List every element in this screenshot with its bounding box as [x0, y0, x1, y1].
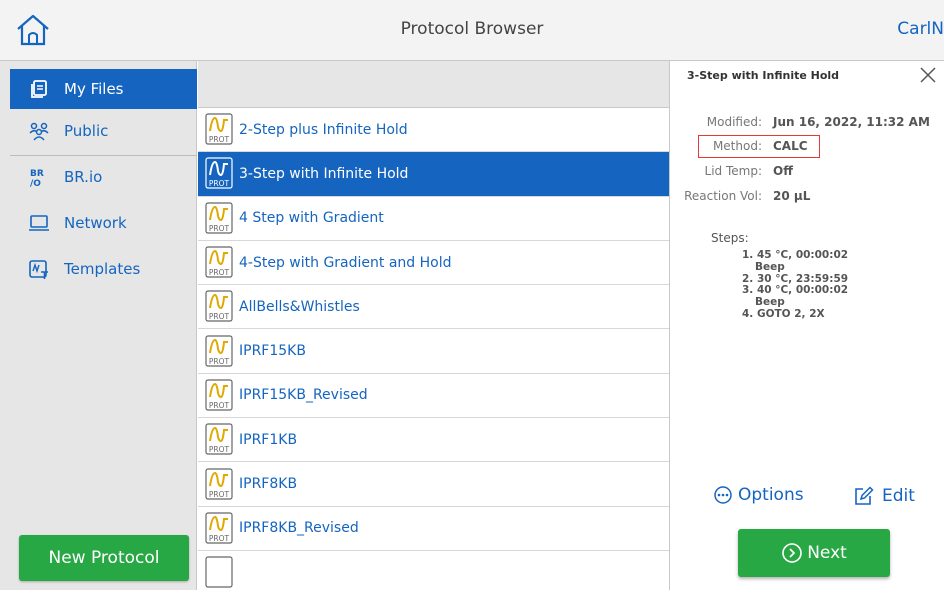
list-header [198, 61, 669, 108]
protocol-row[interactable]: PROT AllBells&Whistles [198, 285, 669, 330]
svg-text:PROT: PROT [209, 357, 230, 366]
close-icon [920, 67, 936, 83]
protocol-row[interactable]: PROT 4 Step with Gradient [198, 197, 669, 241]
next-arrow-icon [782, 543, 802, 563]
protocol-name: IPRF15KB [239, 343, 306, 360]
sidebar: My Files Public BR/O BR.io Network Templ… [0, 61, 197, 590]
protocol-file-icon: PROT [204, 423, 234, 456]
protocol-file-icon: PROT [204, 467, 234, 501]
next-label: Next [807, 543, 847, 563]
edit-label: Edit [882, 486, 915, 506]
svg-text:PROT: PROT [209, 534, 230, 543]
protocol-row[interactable]: PROT IPRF8KB_Revised [198, 507, 669, 551]
reaction-vol-value: 20 µL [773, 189, 811, 203]
protocol-row[interactable]: PROT 2-Step plus Infinite Hold [198, 108, 669, 153]
edit-icon [855, 486, 874, 505]
protocol-file-icon: PROT [204, 512, 234, 545]
my-files-icon [26, 78, 52, 100]
new-protocol-button[interactable]: New Protocol [19, 535, 189, 581]
protocol-file-icon: PROT [204, 202, 234, 235]
protocol-row[interactable]: PROT IPRF1KB [198, 418, 669, 463]
protocol-name: 4 Step with Gradient [239, 210, 384, 227]
options-label: Options [738, 485, 804, 505]
next-button[interactable]: Next [738, 529, 890, 577]
svg-text:PROT: PROT [209, 179, 230, 188]
svg-text:PROT: PROT [209, 401, 230, 410]
step-sub-line: Beep [755, 260, 785, 273]
protocol-row[interactable]: PROT IPRF15KB [198, 329, 669, 374]
protocol-file-icon [204, 556, 234, 589]
sidebar-divider [10, 155, 197, 156]
protocol-file-icon: PROT [204, 157, 234, 190]
protocol-name: IPRF15KB_Revised [239, 387, 368, 404]
svg-text:PROT: PROT [209, 490, 230, 499]
edit-button[interactable]: Edit [852, 485, 915, 507]
protocol-file-icon: PROT [204, 335, 234, 368]
options-icon [714, 486, 732, 504]
sidebar-item-brio[interactable]: BR/O BR.io [10, 157, 197, 197]
close-button[interactable] [918, 65, 938, 85]
options-button[interactable]: Options [713, 485, 804, 505]
file-list: PROT 2-Step plus Infinite Hold PROT 3-Step … [198, 108, 669, 590]
file-list-panel: PROT 2-Step plus Infinite Hold PROT 3-Step … [198, 61, 670, 590]
protocol-row-partial[interactable] [198, 551, 669, 590]
sidebar-item-my-files[interactable]: My Files [10, 69, 197, 109]
method-value: CALC [773, 139, 808, 153]
lid-temp-label: Lid Temp: [704, 164, 762, 178]
protocol-row[interactable]: PROT 3-Step with Infinite Hold [198, 152, 669, 197]
sidebar-item-label: Templates [64, 260, 141, 278]
network-monitor-icon [26, 212, 52, 234]
svg-text:PROT: PROT [209, 268, 230, 277]
public-users-icon [26, 120, 52, 142]
svg-text:PROT: PROT [209, 312, 230, 321]
protocol-name: 2-Step plus Infinite Hold [239, 121, 408, 138]
modified-value: Jun 16, 2022, 11:32 AM [773, 115, 930, 129]
protocol-row[interactable]: PROT 4-Step with Gradient and Hold [198, 241, 669, 286]
steps-list: 1. 45 °C, 00:00:02 Beep 2. 30 °C, 23:59:59… [742, 249, 848, 321]
user-name[interactable]: CarlN [897, 19, 944, 39]
protocol-detail-panel: 3-Step with Infinite Hold Modified: Jun … [671, 61, 944, 590]
svg-text:PROT: PROT [209, 224, 230, 233]
sidebar-item-label: My Files [64, 80, 124, 98]
modified-label: Modified: [706, 115, 762, 129]
protocol-file-icon: PROT [204, 290, 234, 323]
reaction-vol-label: Reaction Vol: [684, 189, 762, 203]
sidebar-item-network[interactable]: Network [10, 203, 197, 243]
method-label: Method: [712, 139, 762, 153]
svg-text:PROT: PROT [209, 135, 230, 144]
protocol-file-icon: PROT [204, 246, 234, 279]
home-button[interactable] [14, 12, 52, 48]
home-icon [17, 14, 49, 46]
protocol-file-icon: PROT [204, 113, 234, 146]
page-title: Protocol Browser [400, 19, 544, 39]
svg-text:BR: BR [30, 169, 44, 179]
protocol-name: IPRF1KB [239, 431, 298, 448]
protocol-name: IPRF8KB [239, 476, 298, 493]
protocol-row[interactable]: PROT IPRF8KB [198, 462, 669, 507]
protocol-name: IPRF8KB_Revised [239, 520, 359, 537]
top-bar: Protocol Browser CarlN [0, 0, 944, 61]
svg-text:/O: /O [30, 179, 41, 188]
sidebar-item-public[interactable]: Public [10, 111, 197, 151]
protocol-name: AllBells&Whistles [239, 298, 360, 315]
step-line: 4. GOTO 2, 2X [742, 307, 825, 320]
sidebar-item-templates[interactable]: Templates [10, 249, 197, 289]
sidebar-item-label: BR.io [64, 168, 103, 186]
steps-label: Steps: [711, 231, 749, 245]
detail-title: 3-Step with Infinite Hold [687, 69, 840, 82]
sidebar-item-label: Network [64, 214, 127, 232]
lid-temp-value: Off [773, 164, 793, 178]
templates-icon [26, 258, 52, 280]
protocol-file-icon: PROT [204, 379, 234, 412]
protocol-name: 3-Step with Infinite Hold [239, 165, 409, 182]
svg-text:PROT: PROT [209, 445, 230, 454]
protocol-row[interactable]: PROT IPRF15KB_Revised [198, 374, 669, 419]
protocol-name: 4-Step with Gradient and Hold [239, 254, 452, 271]
sidebar-item-label: Public [64, 122, 109, 140]
brio-logo-icon: BR/O [26, 166, 52, 188]
